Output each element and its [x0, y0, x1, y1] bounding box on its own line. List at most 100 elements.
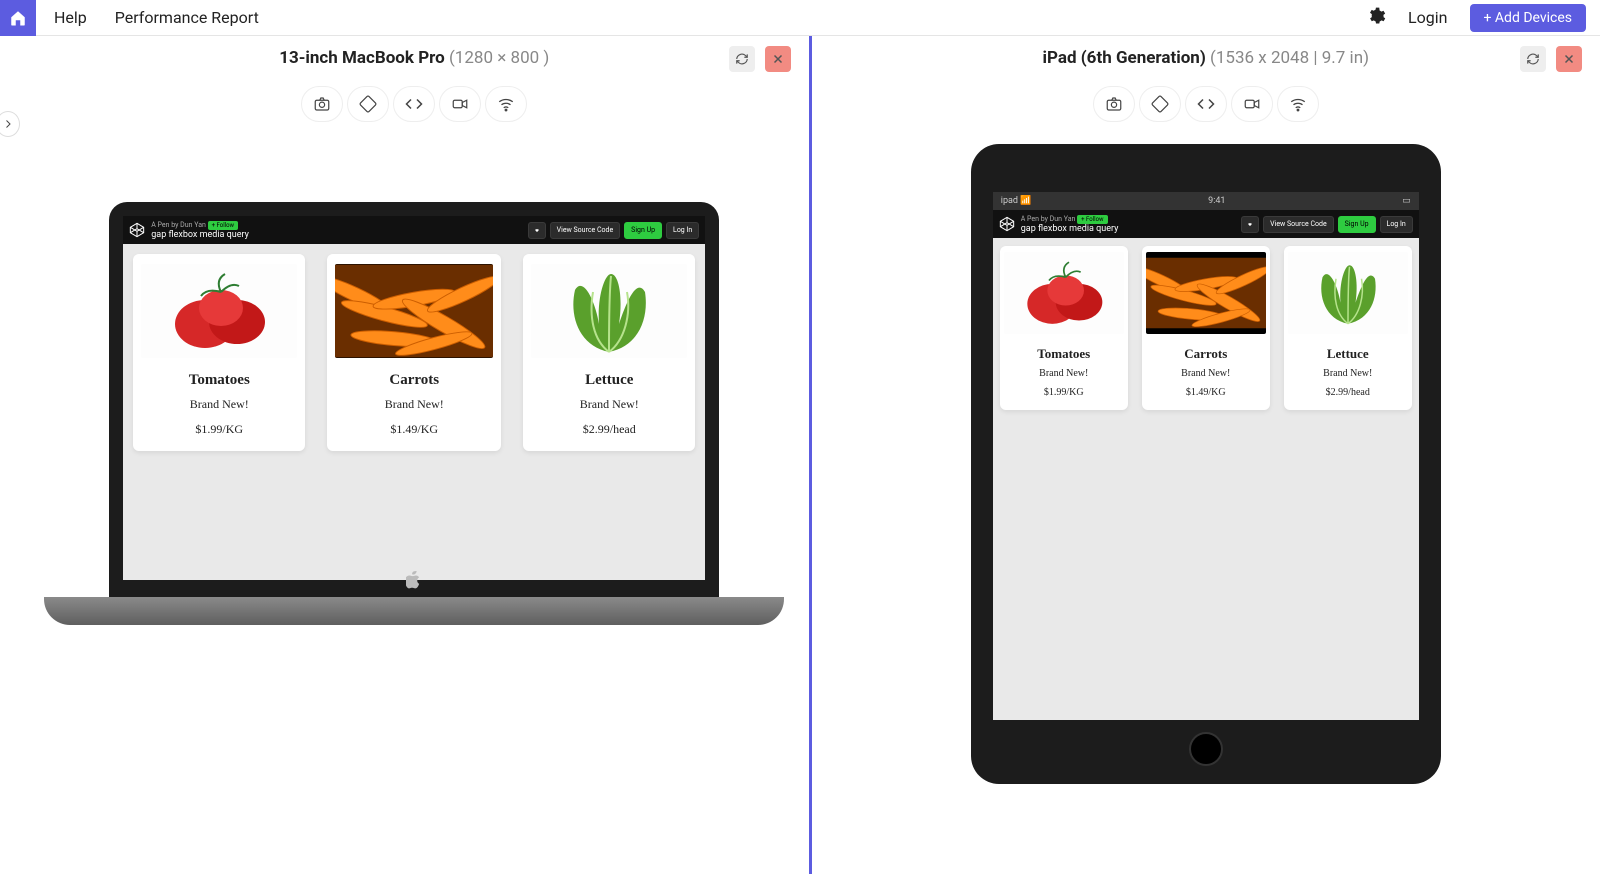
product-price: $1.49/KG [390, 422, 438, 437]
main: 13-inch MacBook Pro (1280 × 800 ) A Pen … [0, 36, 1600, 874]
wifi-icon [1288, 95, 1308, 113]
pane-ipad: iPad (6th Generation) (1536 x 2048 | 9.7… [812, 36, 1600, 874]
network-button[interactable] [1277, 86, 1319, 122]
codepen-icon [999, 216, 1015, 232]
device-toolbar [812, 86, 1600, 122]
follow-button[interactable]: + Follow [208, 221, 238, 230]
refresh-icon [1526, 52, 1540, 66]
home-icon [9, 9, 27, 27]
view-source-button[interactable]: View Source Code [1263, 216, 1334, 233]
battery-icon: ▭ [1402, 196, 1411, 206]
login-link[interactable]: Login [1408, 8, 1447, 27]
settings-button[interactable] [1366, 6, 1386, 30]
product-name: Tomatoes [189, 372, 250, 389]
follow-button[interactable]: + Follow [1077, 215, 1107, 224]
inspect-button[interactable] [1185, 86, 1227, 122]
product-price: $1.49/KG [1186, 387, 1226, 398]
product-badge: Brand New! [190, 397, 249, 412]
network-button[interactable] [485, 86, 527, 122]
chevron-right-icon [2, 118, 14, 130]
screenshot-button[interactable] [1093, 86, 1135, 122]
close-icon [772, 53, 784, 65]
close-pane-button[interactable] [765, 46, 791, 72]
pane-title: 13-inch MacBook Pro (1280 × 800 ) [20, 48, 809, 68]
record-button[interactable] [439, 86, 481, 122]
sidebar-expand-button[interactable] [0, 111, 20, 137]
product-card: Carrots Brand New! $1.49/KG [327, 254, 501, 451]
product-badge: Brand New! [1181, 368, 1230, 379]
macbook-mock: A Pen by Dun Yan + Follow gap flexbox me… [44, 202, 784, 625]
video-icon [450, 95, 470, 113]
video-icon [1242, 95, 1262, 113]
product-card: Tomatoes Brand New! $1.99/KG [133, 254, 305, 451]
product-image [335, 264, 493, 358]
code-icon [1196, 95, 1216, 113]
topbar: Help Performance Report Login + Add Devi… [0, 0, 1600, 36]
status-carrier: ipad [1001, 196, 1018, 206]
heart-button[interactable] [528, 222, 546, 239]
device-name: iPad (6th Generation) [1042, 48, 1210, 68]
screenshot-button[interactable] [301, 86, 343, 122]
heart-button[interactable] [1241, 216, 1259, 233]
codepen-author: A Pen by Dun Yan [151, 221, 206, 229]
login-button[interactable]: Log In [1380, 216, 1413, 233]
product-price: $2.99/head [1326, 387, 1370, 398]
login-button[interactable]: Log In [666, 222, 699, 239]
device-dimensions: (1536 x 2048 | 9.7 in) [1210, 48, 1369, 68]
pane-title: iPad (6th Generation) (1536 x 2048 | 9.7… [812, 48, 1600, 68]
refresh-button[interactable] [1520, 46, 1546, 72]
ipad-statusbar: ipad 📶 9:41 ▭ [993, 192, 1419, 210]
code-icon [404, 95, 424, 113]
macbook-viewport: Tomatoes Brand New! $1.99/KG [123, 244, 705, 580]
camera-icon [1104, 95, 1124, 113]
product-name: Lettuce [1327, 346, 1369, 362]
add-devices-button[interactable]: + Add Devices [1470, 4, 1587, 32]
rotate-icon [1151, 95, 1169, 113]
pane-macbook: 13-inch MacBook Pro (1280 × 800 ) A Pen … [20, 36, 809, 874]
nav-performance-report[interactable]: Performance Report [115, 8, 259, 27]
product-card: Tomatoes Brand New! $1.99/KG [1000, 246, 1128, 410]
record-button[interactable] [1231, 86, 1273, 122]
signup-button[interactable]: Sign Up [624, 222, 662, 239]
product-name: Carrots [389, 372, 439, 389]
ipad-home-button[interactable] [1189, 732, 1223, 766]
codepen-title: gap flexbox media query [151, 230, 249, 240]
product-badge: Brand New! [1323, 368, 1372, 379]
product-image [1004, 252, 1124, 334]
product-image [141, 264, 297, 358]
product-price: $1.99/KG [195, 422, 243, 437]
ipad-viewport: Tomatoes Brand New! $1.99/KG [993, 238, 1419, 720]
rotate-button[interactable] [347, 86, 389, 122]
product-price: $1.99/KG [1044, 387, 1084, 398]
rotate-button[interactable] [1139, 86, 1181, 122]
heart-icon [1248, 220, 1252, 229]
product-name: Tomatoes [1037, 346, 1090, 362]
home-button[interactable] [0, 0, 36, 36]
refresh-icon [735, 52, 749, 66]
device-dimensions: (1280 × 800 ) [449, 48, 549, 68]
codepen-bar: A Pen by Dun Yan + Follow gap flexbox me… [993, 210, 1419, 238]
wifi-icon: 📶 [1020, 196, 1031, 206]
signup-button[interactable]: Sign Up [1338, 216, 1376, 233]
wifi-icon [496, 95, 516, 113]
inspect-button[interactable] [393, 86, 435, 122]
nav-help[interactable]: Help [54, 8, 87, 27]
codepen-bar: A Pen by Dun Yan + Follow gap flexbox me… [123, 216, 705, 244]
product-card: Carrots Brand New! $1.49/KG [1142, 246, 1270, 410]
status-time: 9:41 [1208, 196, 1225, 206]
heart-icon [535, 226, 539, 235]
codepen-icon [129, 222, 145, 238]
apple-logo-icon [406, 571, 422, 593]
view-source-button[interactable]: View Source Code [550, 222, 621, 239]
close-pane-button[interactable] [1556, 46, 1582, 72]
product-price: $2.99/head [583, 422, 636, 437]
product-name: Carrots [1184, 346, 1227, 362]
refresh-button[interactable] [729, 46, 755, 72]
camera-icon [312, 95, 332, 113]
product-badge: Brand New! [385, 397, 444, 412]
rotate-icon [359, 95, 377, 113]
product-badge: Brand New! [580, 397, 639, 412]
codepen-author: A Pen by Dun Yan [1021, 215, 1076, 223]
gear-icon [1366, 6, 1386, 26]
codepen-title: gap flexbox media query [1021, 224, 1119, 234]
